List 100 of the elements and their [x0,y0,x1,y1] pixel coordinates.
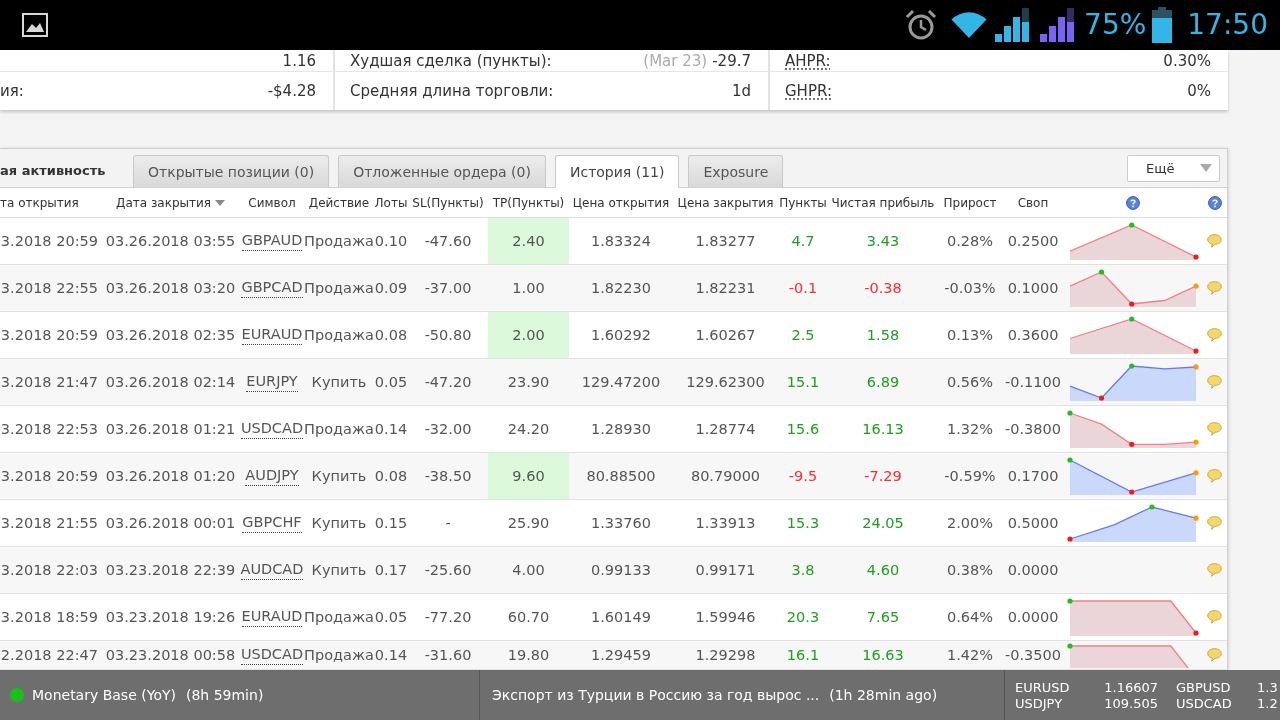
speech-bubble-icon[interactable] [1207,516,1222,530]
column-header[interactable]: Цена закрытия [673,188,778,217]
table-cell-text: 129.47200 [580,373,662,392]
table-cell-text: 3.2018 22:53 [0,420,99,439]
speech-bubble-icon[interactable] [1207,281,1222,295]
table-cell-text: 80.88500 [585,467,657,486]
table-cell-text: Купить [310,467,368,486]
table-cell-text: -77.20 [423,608,473,627]
column-header[interactable]: та открытия [0,188,101,217]
column-header[interactable]: TP(Пункты) [488,188,569,217]
stat-value: 1d [731,82,751,100]
table-cell-text: 19.80 [506,646,551,665]
more-dropdown[interactable]: Ещё [1127,154,1220,182]
symbol-link[interactable]: USDCAD [240,645,304,665]
table-cell-text: 4.00 [511,561,546,580]
table-cell-text: 1.28774 [694,420,757,439]
column-header[interactable]: Пункты [778,188,828,217]
table-cell-text: -0.1 [787,279,819,298]
symbol-link[interactable]: EURAUD [241,607,303,627]
table-cell-text: 0.5000 [1006,514,1060,533]
table-cell-text: 3.2018 22:03 [0,561,99,580]
image-icon [22,13,48,37]
table-cell-text: Продажа [304,326,374,345]
table-cell-text: -32.00 [423,420,473,439]
signal-bars-icon [995,8,1031,42]
stat-label: AHPR: [785,51,831,70]
table-cell-text: 1.82231 [694,279,757,298]
quote-price: 109.505 [1103,695,1158,711]
table-cell-text: 0.38% [945,561,995,580]
table-cell-text: Купить [310,373,368,392]
symbol-link[interactable]: EURJPY [246,372,298,392]
table-cell-text: 1.58 [865,326,901,345]
symbol-link[interactable]: GBPCAD [241,278,303,298]
table-cell-text: 16.13 [861,420,905,439]
table-cell-text: 3.2018 22:55 [0,279,99,298]
table-cell-text: 03.26.2018 00:01 [104,514,237,533]
news-time: (1h 28min ago) [829,687,938,703]
table-cell-text: 0.09 [374,279,408,298]
column-header[interactable]: SL(Пункты) [408,188,488,217]
speech-bubble-icon[interactable] [1207,610,1222,624]
table-cell-text: 1.59946 [694,608,757,627]
column-header[interactable]: Действие [304,188,374,217]
table-cell-text: 0.28% [945,232,995,251]
column-header[interactable]: Прирост [938,188,1002,217]
table-cell-text: 2.00% [945,514,995,533]
table-cell-text: 6.89 [865,373,901,392]
column-header[interactable]: Лоты [374,188,408,217]
wifi-icon [950,11,989,39]
symbol-link[interactable]: GBPCHF [242,513,302,533]
table-cell-text: Продажа [304,608,374,627]
table-cell-text: 03.26.2018 03:55 [104,232,237,251]
column-header[interactable]: Цена открытия [569,188,673,217]
news-headline[interactable]: Monetary Base (YoY) [32,687,176,703]
symbol-link[interactable]: AUDJPY [245,466,299,486]
speech-bubble-icon[interactable] [1207,563,1222,577]
help-icon[interactable] [1207,195,1222,210]
speech-bubble-icon[interactable] [1207,469,1222,483]
tab[interactable]: История (11) [554,155,680,188]
table-cell-text: 03.23.2018 00:58 [104,646,237,665]
table-cell-text: -0.3800 [1004,420,1062,439]
caret-icon [1200,164,1212,172]
speech-bubble-icon[interactable] [1207,234,1222,248]
table-cell-text: -0.59% [943,467,997,486]
table-cell-text: 3.2018 18:59 [0,608,99,627]
table-cell-text: - [444,514,452,533]
news-headline[interactable]: Экспорт из Турции в Россию за год вырос ... [492,687,820,703]
table-cell-text: 0.14 [374,646,408,665]
table-cell-text: Продажа [304,646,374,665]
status-dot-icon [10,688,24,702]
table-cell-text: 0.14 [374,420,408,439]
column-header[interactable]: Символ [240,188,304,217]
column-header[interactable]: Своп [1002,188,1064,217]
table-cell-text: 20.3 [785,608,821,627]
speech-bubble-icon[interactable] [1207,375,1222,389]
tab[interactable]: Открытые позиции (0) [133,155,330,188]
column-header[interactable]: Дата закрытия [101,188,240,217]
table-cell-text: 03.26.2018 02:14 [104,373,237,392]
table-cell-text: 0.99133 [590,561,652,580]
stat-date-note: (Mar 23) [643,51,708,70]
speech-bubble-icon[interactable] [1207,648,1222,662]
symbol-link[interactable]: GBPAUD [241,231,303,251]
symbol-link[interactable]: AUDCAD [240,560,304,580]
tab[interactable]: Exposure [688,155,784,188]
table-cell-text: 1.60292 [590,326,652,345]
symbol-link[interactable]: USDCAD [240,419,304,439]
stat-label: GHPR: [785,82,832,100]
tab[interactable]: Отложенные ордера (0) [338,155,546,188]
stat-value: 0% [1187,82,1211,100]
stat-label: ия: [0,82,24,100]
symbol-link[interactable]: EURAUD [241,325,303,345]
table-cell-text: 24.05 [861,514,905,533]
speech-bubble-icon[interactable] [1207,422,1222,436]
quote-price: 1.2 [1256,695,1279,711]
help-icon[interactable] [1126,195,1140,210]
table-cell-text: 0.0000 [1006,608,1060,627]
column-header[interactable]: Чистая прибыль [828,188,938,217]
table-cell-text: 15.6 [785,420,821,439]
table-cell-text: 1.82230 [590,279,652,298]
speech-bubble-icon[interactable] [1207,328,1222,342]
table-cell-text: 03.23.2018 19:26 [104,608,237,627]
